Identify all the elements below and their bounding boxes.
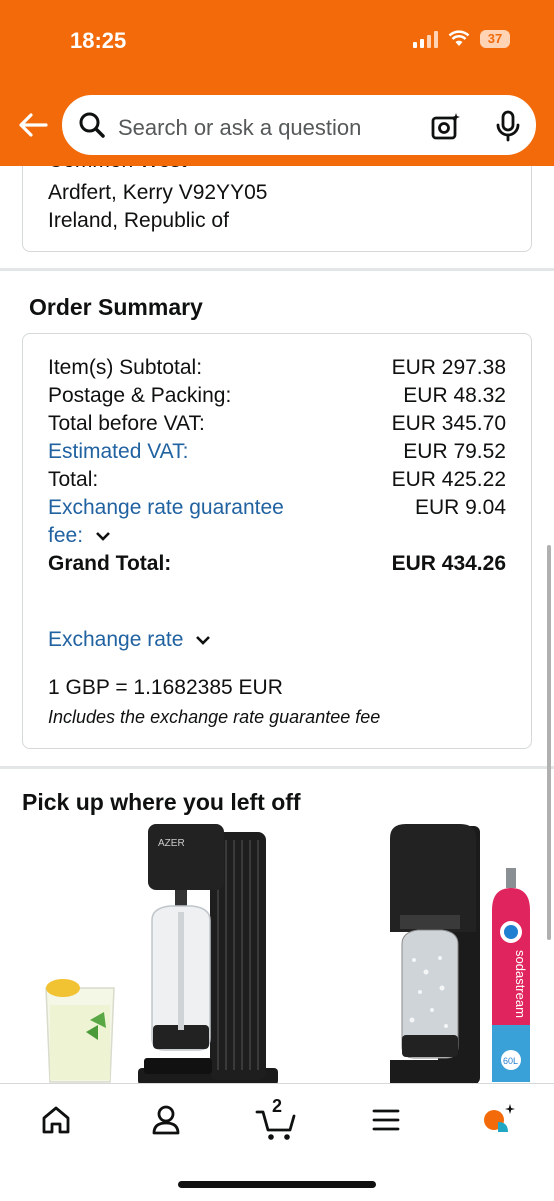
exchange-rate-link: Exchange rate	[48, 628, 184, 651]
back-arrow-icon[interactable]	[16, 108, 50, 142]
exchange-rate-note: Includes the exchange rate guarantee fee	[48, 707, 381, 727]
exchange-rate-toggle[interactable]: Exchange rate	[48, 628, 211, 652]
status-time: 18:25	[70, 28, 127, 53]
product-card-2[interactable]: sodastream 60L	[380, 820, 540, 1085]
chevron-down-icon	[196, 636, 211, 646]
section-divider	[0, 268, 554, 271]
microphone-icon[interactable]	[494, 110, 522, 142]
scrollbar[interactable]	[547, 545, 551, 940]
address-line-city: Ardfert, Kerry V92YY05	[48, 181, 268, 204]
product-2-brand: sodastream	[513, 950, 528, 1018]
grand-total-label: Grand Total:	[48, 552, 172, 575]
postage-label: Postage & Packing:	[48, 384, 232, 407]
camera-search-icon[interactable]	[430, 110, 462, 142]
wifi-icon	[448, 30, 470, 46]
total-before-vat-value: EUR 345.70	[391, 412, 506, 435]
exchange-fee-value: EUR 9.04	[414, 496, 506, 519]
product-card-1[interactable]: AZER	[40, 820, 300, 1085]
grand-total-value: EUR 434.26	[391, 552, 506, 575]
home-icon[interactable]	[36, 1100, 76, 1140]
total-before-vat-label: Total before VAT:	[48, 412, 205, 435]
estimated-vat-link[interactable]: Estimated VAT:	[48, 440, 188, 464]
status-icons: 37	[413, 30, 510, 48]
section-divider	[0, 766, 554, 769]
exchange-fee-label-line2: fee:	[48, 524, 84, 547]
account-icon[interactable]	[146, 1100, 186, 1140]
cart-button[interactable]: 2	[254, 1096, 300, 1144]
chevron-down-icon	[95, 532, 110, 542]
postage-value: EUR 48.32	[403, 384, 506, 407]
menu-icon[interactable]	[366, 1100, 406, 1140]
order-summary-title: Order Summary	[29, 294, 203, 320]
home-indicator	[178, 1181, 376, 1188]
address-line-country: Ireland, Republic of	[48, 209, 229, 232]
cart-count: 2	[272, 1096, 283, 1116]
exchange-fee-toggle[interactable]: fee:	[48, 524, 111, 548]
product-2-badge: 60L	[503, 1056, 518, 1066]
order-summary-card: Item(s) Subtotal: EUR 297.38 Postage & P…	[22, 333, 532, 749]
rufus-assistant-icon[interactable]	[478, 1100, 518, 1140]
signal-icon	[413, 30, 438, 48]
exchange-rate-value: 1 GBP = 1.1682385 EUR	[48, 676, 283, 699]
product-1-brand: AZER	[158, 838, 185, 849]
total-label: Total:	[48, 468, 99, 491]
search-placeholder: Search or ask a question	[118, 115, 362, 140]
estimated-vat-value: EUR 79.52	[403, 440, 506, 463]
subtotal-label: Item(s) Subtotal:	[48, 356, 203, 379]
product-image-1: AZER	[45, 824, 278, 1085]
exchange-fee-link[interactable]: Exchange rate guarantee	[48, 496, 284, 520]
total-value: EUR 425.22	[391, 468, 506, 491]
pickup-title: Pick up where you left off	[22, 789, 301, 815]
product-image-2: sodastream 60L	[390, 824, 530, 1084]
subtotal-value: EUR 297.38	[391, 356, 506, 379]
battery-indicator: 37	[480, 30, 510, 48]
app-header: 18:25 37 Search or ask a question	[0, 0, 554, 166]
search-icon	[79, 112, 105, 138]
search-input[interactable]: Search or ask a question	[62, 95, 536, 155]
